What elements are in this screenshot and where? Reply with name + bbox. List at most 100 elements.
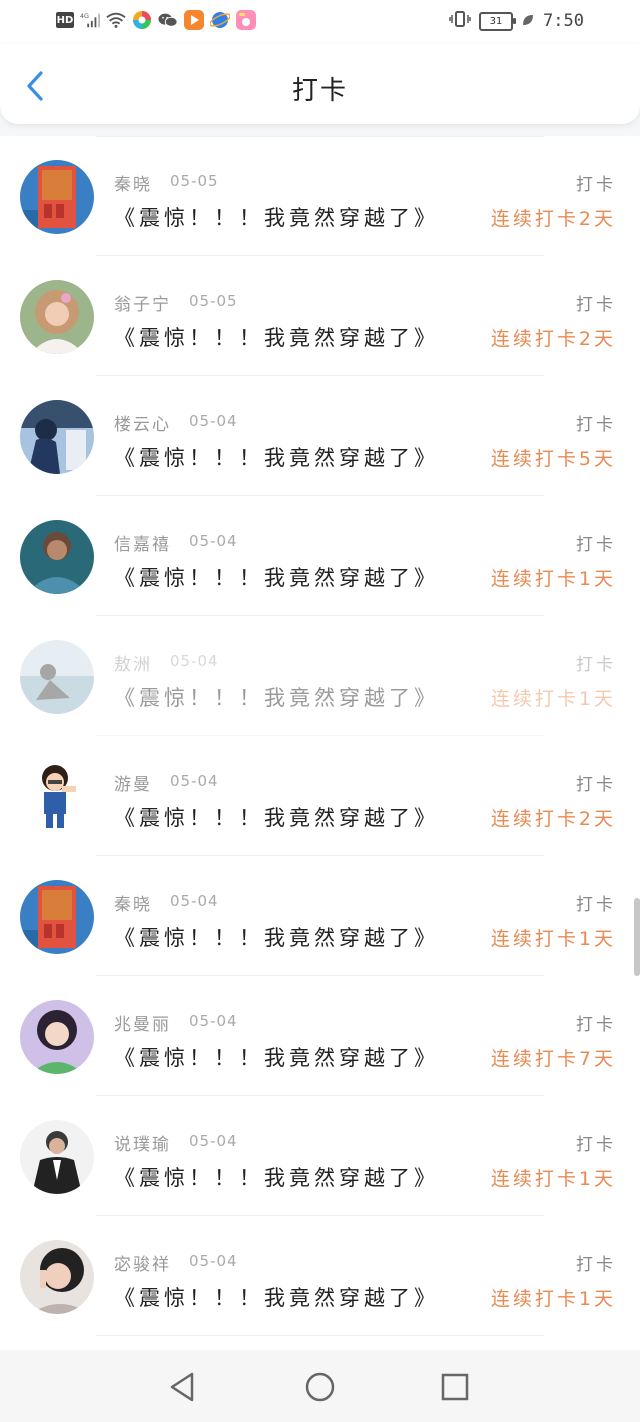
- user-name[interactable]: 说璞瑜: [114, 1130, 171, 1155]
- nav-home-button[interactable]: [303, 1370, 337, 1404]
- video-app-icon: [184, 10, 204, 30]
- book-title[interactable]: 《震惊！！！我竟然穿越了》: [114, 922, 439, 952]
- wechat-icon: [158, 10, 178, 30]
- checkin-row[interactable]: 敖洲 05-04 《震惊！！！我竟然穿越了》 打卡连续打卡1天: [0, 616, 640, 736]
- book-title[interactable]: 《震惊！！！我竟然穿越了》: [114, 442, 439, 472]
- user-name[interactable]: 信嘉禧: [114, 530, 171, 555]
- browser-icon: [210, 10, 230, 30]
- checkin-date: 05-04: [189, 1012, 238, 1030]
- divider: [96, 1335, 544, 1336]
- checkin-tag: 打卡: [576, 895, 616, 915]
- user-avatar[interactable]: [20, 640, 94, 714]
- user-name[interactable]: 楼云心: [114, 410, 171, 435]
- checkin-tag: 打卡: [576, 295, 616, 315]
- status-bar-left: HD 4G: [56, 10, 256, 30]
- streak-label: 连续打卡1天: [490, 568, 616, 590]
- streak-label: 连续打卡2天: [490, 808, 616, 830]
- app-icon: [132, 10, 152, 30]
- checkin-date: 05-04: [189, 412, 238, 430]
- user-avatar[interactable]: [20, 880, 94, 954]
- user-name[interactable]: 宓骏祥: [114, 1250, 171, 1275]
- scrollbar[interactable]: [634, 898, 640, 976]
- user-avatar[interactable]: [20, 1240, 94, 1314]
- user-avatar[interactable]: [20, 280, 94, 354]
- book-title[interactable]: 《震惊！！！我竟然穿越了》: [114, 1042, 439, 1072]
- photo-app-icon: [236, 10, 256, 30]
- checkin-list[interactable]: 秦晓 05-05 《震惊！！！我竟然穿越了》 打卡 连续打卡2天 翁子宁 05-05 《震惊！…: [0, 136, 640, 1350]
- checkin-row[interactable]: 翁子宁 05-05 《震惊！！！我竟然穿越了》 打卡连续打卡2天: [0, 256, 640, 376]
- wifi-icon: [106, 10, 126, 30]
- book-title[interactable]: 《震惊！！！我竟然穿越了》: [114, 1282, 439, 1312]
- user-avatar[interactable]: [20, 160, 94, 234]
- checkin-row[interactable]: 秦晓 05-04 《震惊！！！我竟然穿越了》 打卡连续打卡1天: [0, 856, 640, 976]
- checkin-date: 05-04: [170, 772, 219, 790]
- nav-back-button[interactable]: [166, 1370, 200, 1404]
- status-bar: HD 4G 31 7:50: [0, 0, 640, 44]
- checkin-row[interactable]: 游曼 05-04 《震惊！！！我竟然穿越了》 打卡连续打卡2天: [0, 736, 640, 856]
- nav-home-icon: [305, 1372, 335, 1402]
- streak-label: 连续打卡1天: [490, 1168, 616, 1190]
- status-bar-right: 31 7:50: [449, 10, 584, 32]
- user-avatar[interactable]: [20, 520, 94, 594]
- streak-label: 连续打卡1天: [490, 688, 616, 710]
- streak-label: 连续打卡7天: [490, 1048, 616, 1070]
- book-title[interactable]: 《震惊！！！我竟然穿越了》: [114, 322, 439, 352]
- checkin-tag: 打卡: [576, 775, 616, 795]
- divider: [96, 136, 544, 137]
- navigation-bar: [0, 1350, 640, 1422]
- book-title[interactable]: 《震惊！！！我竟然穿越了》: [114, 682, 439, 712]
- book-title[interactable]: 《震惊！！！我竟然穿越了》: [114, 202, 439, 232]
- streak-label: 连续打卡5天: [490, 448, 616, 470]
- user-name[interactable]: 秦晓: [114, 170, 152, 195]
- user-name[interactable]: 翁子宁: [114, 290, 171, 315]
- book-title[interactable]: 《震惊！！！我竟然穿越了》: [114, 562, 439, 592]
- checkin-date: 05-04: [170, 892, 219, 910]
- streak-label: 连续打卡1天: [490, 928, 616, 950]
- checkin-row[interactable]: 兆曼丽 05-04 《震惊！！！我竟然穿越了》 打卡连续打卡7天: [0, 976, 640, 1096]
- checkin-tag: 打卡: [576, 535, 616, 555]
- nav-recents-icon: [441, 1373, 469, 1401]
- checkin-tag: 打卡: [576, 1255, 616, 1275]
- page-title: 打卡: [291, 76, 348, 106]
- app-header: 打卡: [0, 44, 640, 124]
- checkin-tag: 打卡: [576, 415, 616, 435]
- leaf-icon: [521, 12, 535, 31]
- book-title[interactable]: 《震惊！！！我竟然穿越了》: [114, 1162, 439, 1192]
- user-avatar[interactable]: [20, 760, 94, 834]
- checkin-row[interactable]: 楼云心 05-04 《震惊！！！我竟然穿越了》 打卡连续打卡5天: [0, 376, 640, 496]
- hd-icon: HD: [56, 12, 74, 28]
- nav-back-icon: [170, 1372, 194, 1402]
- checkin-row[interactable]: 秦晓 05-05 《震惊！！！我竟然穿越了》 打卡连续打卡2天: [0, 136, 640, 256]
- checkin-row[interactable]: 说璞瑜 05-04 《震惊！！！我竟然穿越了》 打卡连续打卡1天: [0, 1096, 640, 1216]
- checkin-date: 05-04: [189, 1132, 238, 1150]
- vibrate-icon: [449, 10, 471, 32]
- user-name[interactable]: 敖洲: [114, 650, 152, 675]
- checkin-date: 05-04: [170, 652, 219, 670]
- checkin-tag: 打卡: [576, 1135, 616, 1155]
- battery-icon: 31: [479, 11, 517, 31]
- streak-label: 连续打卡2天: [490, 328, 616, 350]
- checkin-date: 05-04: [189, 1252, 238, 1270]
- checkin-tag: 打卡: [576, 1015, 616, 1035]
- user-avatar[interactable]: [20, 1120, 94, 1194]
- streak-label: 连续打卡2天: [490, 208, 616, 230]
- svg-text:4G: 4G: [80, 13, 89, 20]
- checkin-date: 05-04: [189, 532, 238, 550]
- user-name[interactable]: 游曼: [114, 770, 152, 795]
- user-name[interactable]: 秦晓: [114, 890, 152, 915]
- user-avatar[interactable]: [20, 400, 94, 474]
- battery-level: 31: [489, 15, 503, 27]
- checkin-tag: 打卡: [576, 655, 616, 675]
- streak-label: 连续打卡1天: [490, 1288, 616, 1310]
- user-name[interactable]: 兆曼丽: [114, 1010, 171, 1035]
- signal-icon: 4G: [80, 10, 100, 30]
- user-avatar[interactable]: [20, 1000, 94, 1074]
- checkin-tag: 打卡: [576, 175, 616, 195]
- checkin-date: 05-05: [189, 292, 238, 310]
- checkin-row[interactable]: 宓骏祥 05-04 《震惊！！！我竟然穿越了》 打卡连续打卡1天: [0, 1216, 640, 1336]
- nav-recents-button[interactable]: [438, 1370, 472, 1404]
- checkin-row[interactable]: 信嘉禧 05-04 《震惊！！！我竟然穿越了》 打卡连续打卡1天: [0, 496, 640, 616]
- book-title[interactable]: 《震惊！！！我竟然穿越了》: [114, 802, 439, 832]
- checkin-date: 05-05: [170, 172, 219, 190]
- clock-time: 7:50: [543, 11, 584, 31]
